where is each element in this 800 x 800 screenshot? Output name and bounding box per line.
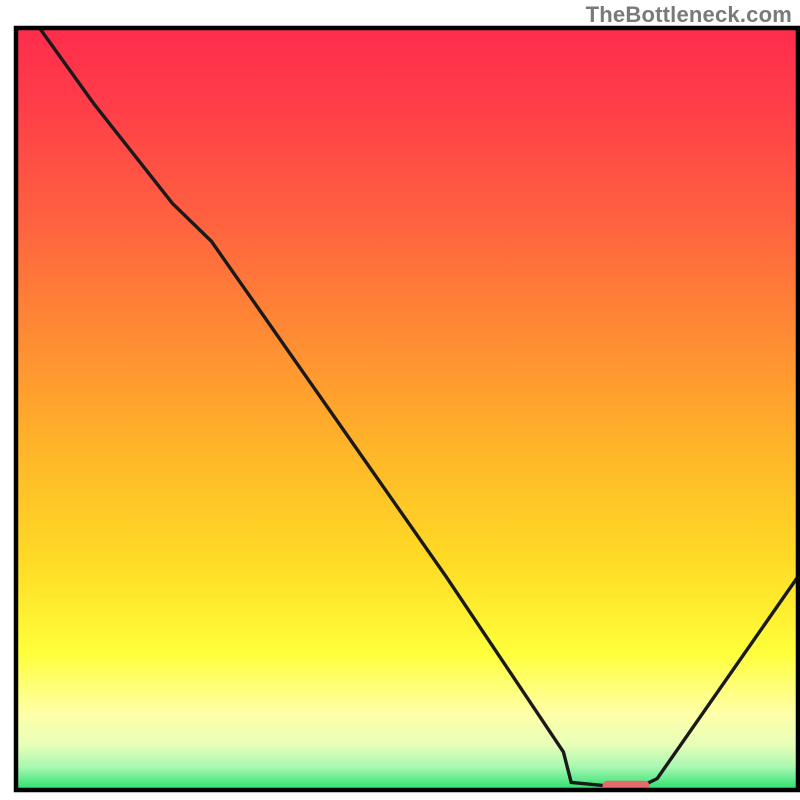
gradient-background [16,28,798,790]
watermark-text: TheBottleneck.com [586,2,792,28]
bottleneck-chart [0,0,800,800]
chart-container: TheBottleneck.com [0,0,800,800]
